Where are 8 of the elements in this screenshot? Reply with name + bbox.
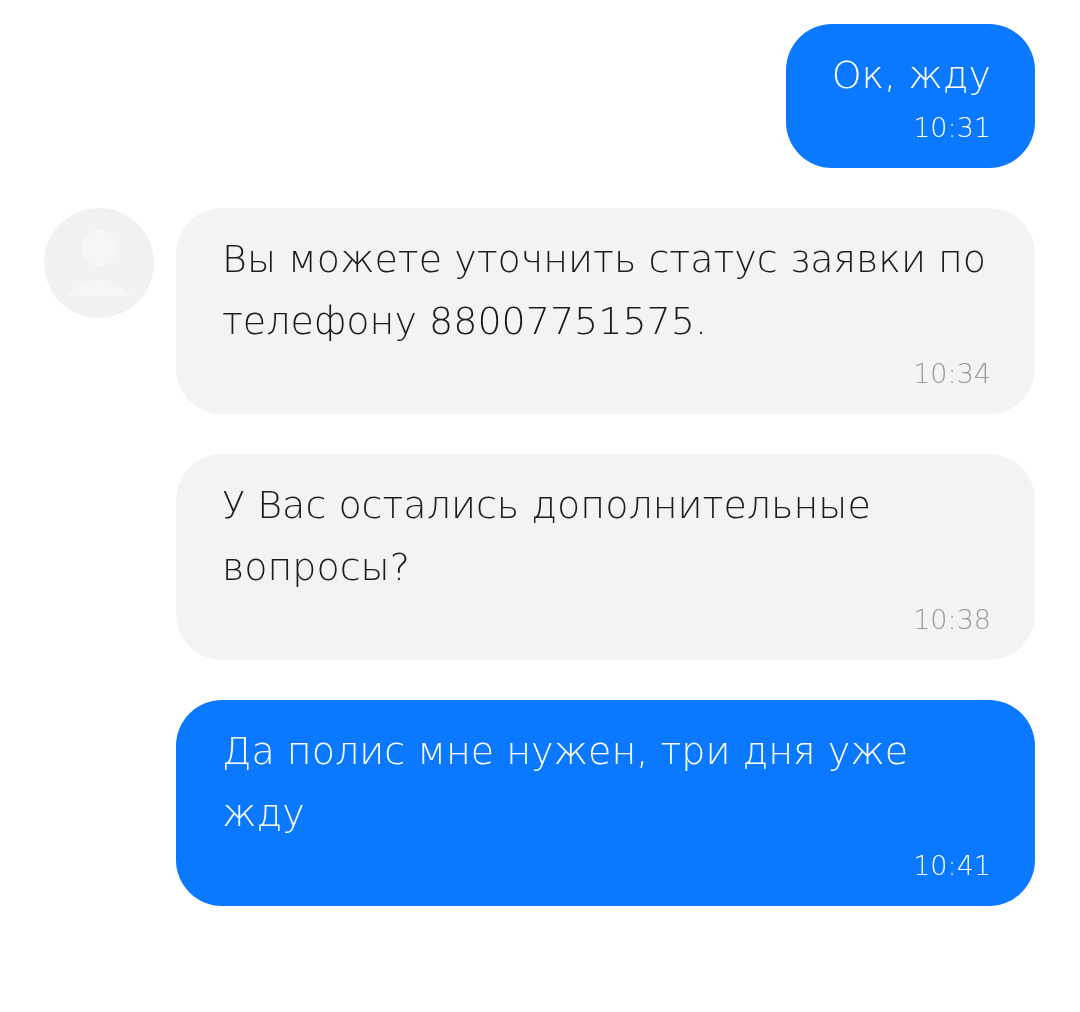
message-time: 10:38 — [913, 603, 991, 637]
message-text: У Вас остались дополнительные вопросы? — [222, 482, 872, 591]
message-text: Да полис мне нужен, три дня уже жду — [222, 728, 910, 837]
message-text: Ок, жду — [831, 52, 991, 99]
message-time: 10:31 — [913, 111, 991, 145]
message-text: Вы можете уточнить статус заявки по телефону 88007751575. — [222, 236, 988, 345]
message-time: 10:34 — [913, 357, 991, 391]
message-time: 10:41 — [913, 849, 991, 883]
